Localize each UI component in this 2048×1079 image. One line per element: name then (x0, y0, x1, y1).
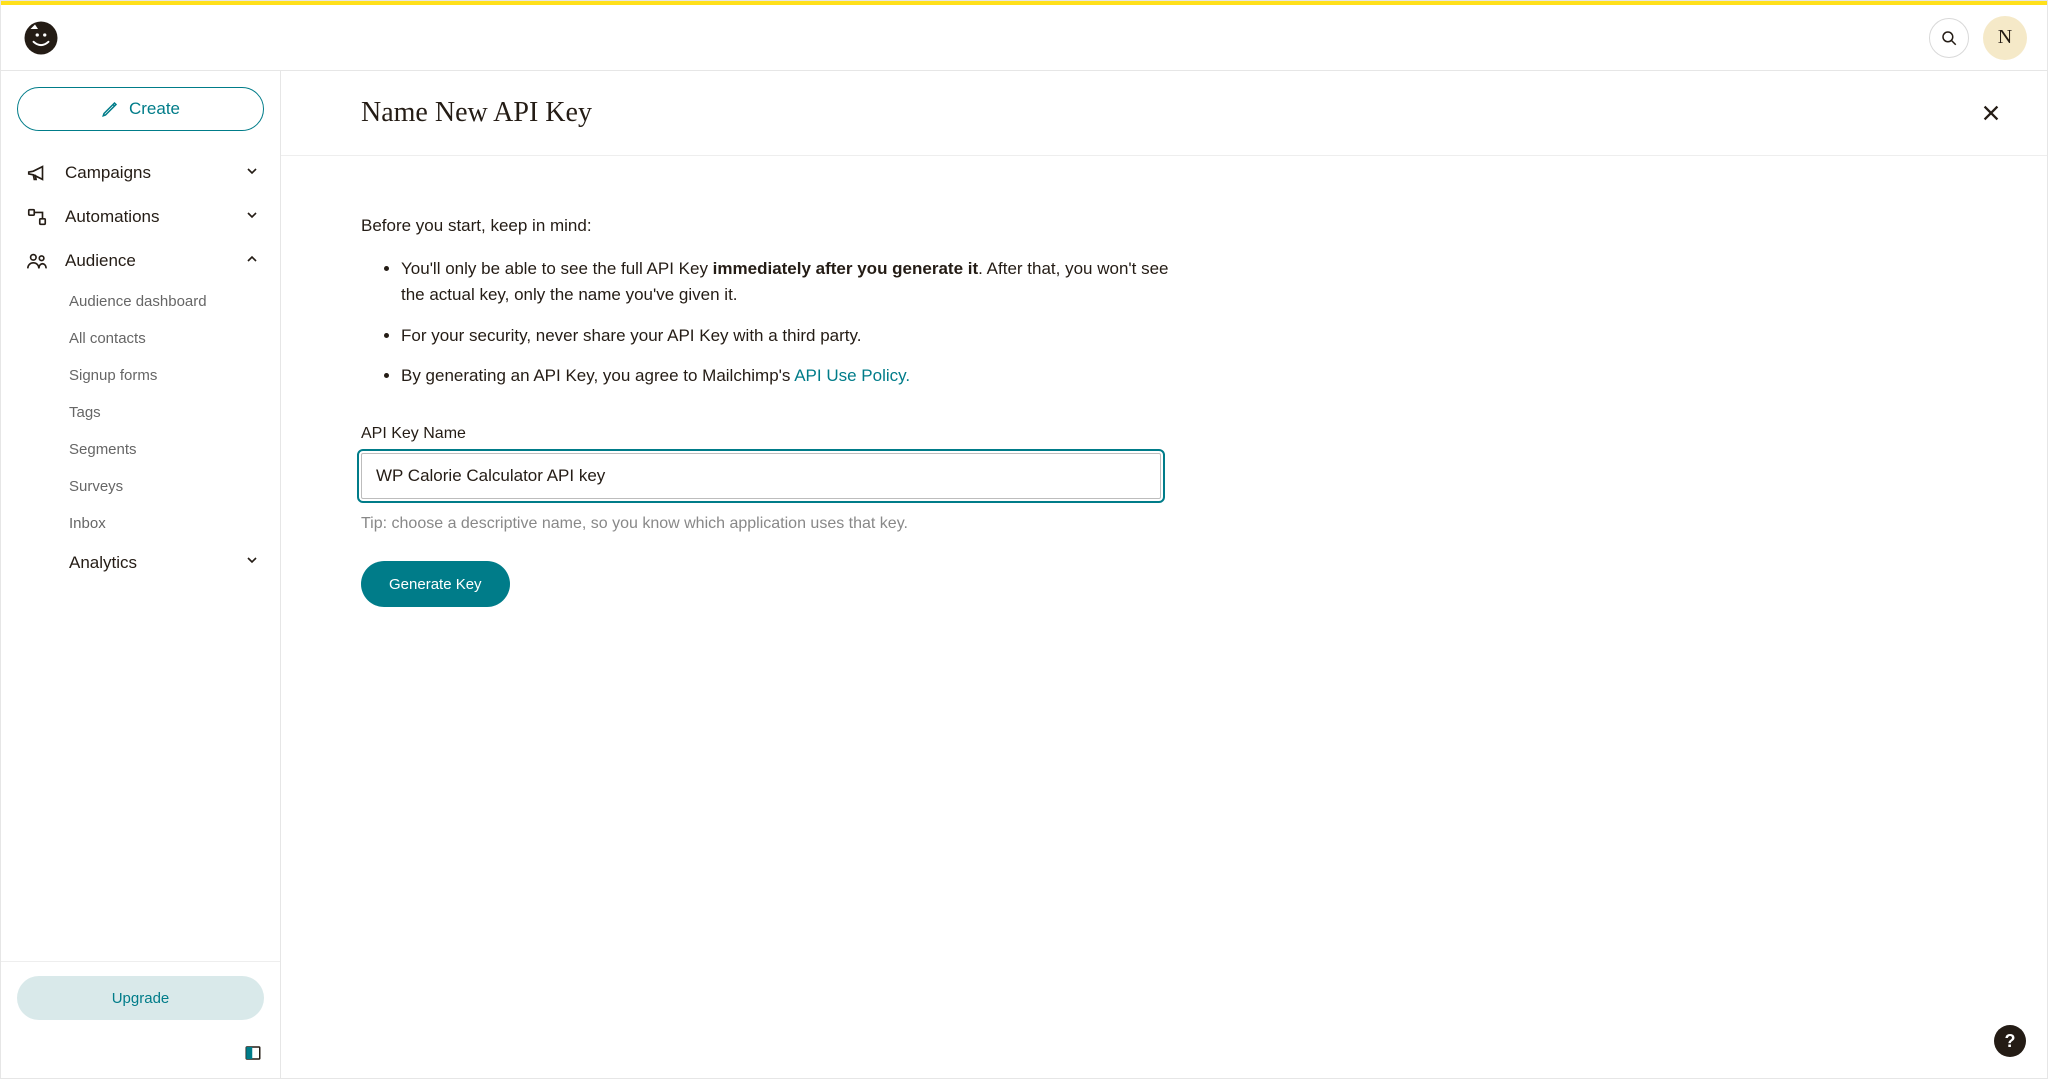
nav-scroll: Campaigns Automations (1, 147, 280, 961)
app-root: N Create (0, 0, 2048, 1079)
sidebar-subitem-signup-forms[interactable]: Signup forms (69, 357, 280, 394)
main-header: Name New API Key (281, 71, 2047, 156)
megaphone-icon (25, 161, 49, 185)
bullet-text: By generating an API Key, you agree to M… (401, 366, 794, 385)
main-content: Before you start, keep in mind: You'll o… (361, 156, 1241, 607)
sidebar-item-analytics[interactable]: Analytics (1, 542, 280, 583)
chevron-up-icon (244, 251, 260, 272)
bullet-strong: immediately after you generate it (713, 259, 978, 278)
help-button[interactable]: ? (1994, 1025, 2026, 1057)
chevron-down-icon (244, 207, 260, 228)
sidebar-footer: Upgrade (1, 961, 280, 1034)
chevron-down-icon (244, 163, 260, 184)
close-button[interactable] (1975, 97, 2007, 129)
sidebar-item-automations[interactable]: Automations (1, 195, 280, 239)
avatar-initial: N (1998, 26, 2012, 49)
sidebar-item-label: Automations (65, 207, 160, 227)
sidebar-item-campaigns[interactable]: Campaigns (1, 151, 280, 195)
sidebar-item-label: Audience (65, 251, 136, 271)
api-key-name-label: API Key Name (361, 425, 1241, 443)
automations-icon (25, 205, 49, 229)
collapse-sidebar-button[interactable] (244, 1044, 264, 1064)
mailchimp-logo[interactable] (21, 18, 61, 58)
topbar-right: N (1929, 16, 2027, 60)
audience-icon (25, 249, 49, 273)
chevron-down-icon (244, 552, 260, 573)
sidebar-item-audience[interactable]: Audience (1, 239, 280, 283)
bullet-item: For your security, never share your API … (401, 323, 1181, 349)
close-icon (1980, 102, 2002, 124)
sidebar-item-label: Analytics (69, 553, 137, 573)
sidebar-subitem-inbox[interactable]: Inbox (69, 505, 280, 542)
info-bullets: You'll only be able to see the full API … (361, 256, 1241, 389)
freddie-logo-icon (23, 20, 59, 56)
sidebar-subitem-all-contacts[interactable]: All contacts (69, 320, 280, 357)
upgrade-button[interactable]: Upgrade (17, 976, 264, 1020)
sidebar-subitem-surveys[interactable]: Surveys (69, 468, 280, 505)
intro-text: Before you start, keep in mind: (361, 216, 1241, 236)
create-button-label: Create (129, 99, 180, 119)
generate-key-button[interactable]: Generate Key (361, 561, 510, 607)
pencil-icon (101, 100, 119, 118)
create-button[interactable]: Create (17, 87, 264, 131)
bullet-item: By generating an API Key, you agree to M… (401, 363, 1181, 389)
audience-subitems: Audience dashboard All contacts Signup f… (1, 283, 280, 542)
sidebar-subitem-tags[interactable]: Tags (69, 394, 280, 431)
bullet-item: You'll only be able to see the full API … (401, 256, 1181, 309)
sidebar-subitem-segments[interactable]: Segments (69, 431, 280, 468)
avatar[interactable]: N (1983, 16, 2027, 60)
sidebar-item-label: Campaigns (65, 163, 151, 183)
api-use-policy-link[interactable]: API Use Policy. (794, 366, 910, 385)
sidebar-bottom (1, 1034, 280, 1078)
sidebar: Create Campaigns (1, 71, 281, 1078)
main: Name New API Key Before you start, keep … (281, 71, 2047, 1078)
bullet-text: You'll only be able to see the full API … (401, 259, 713, 278)
tip-text: Tip: choose a descriptive name, so you k… (361, 515, 1241, 533)
search-button[interactable] (1929, 18, 1969, 58)
api-key-name-input[interactable] (361, 453, 1161, 499)
topbar: N (1, 5, 2047, 71)
body: Create Campaigns (1, 71, 2047, 1078)
help-icon: ? (2005, 1031, 2016, 1052)
sidebar-subitem-audience-dashboard[interactable]: Audience dashboard (69, 283, 280, 320)
panel-icon (244, 1044, 262, 1062)
page-title: Name New API Key (361, 97, 592, 129)
search-icon (1940, 29, 1958, 47)
